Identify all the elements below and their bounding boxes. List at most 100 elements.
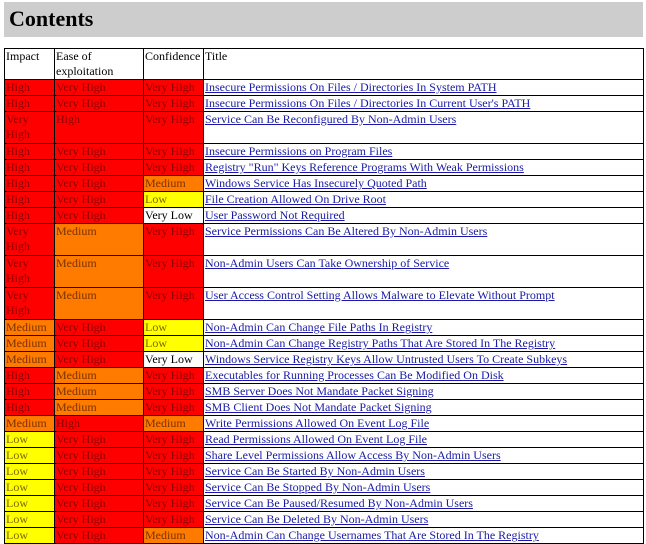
finding-link[interactable]: Share Level Permissions Allow Access By … bbox=[205, 449, 501, 463]
finding-link[interactable]: Executables for Running Processes Can Be… bbox=[205, 369, 504, 383]
finding-link[interactable]: Service Can Be Reconfigured By Non-Admin… bbox=[205, 113, 456, 127]
impact-cell: Low bbox=[4, 431, 55, 448]
impact-cell: High bbox=[4, 175, 55, 192]
finding-link[interactable]: Non-Admin Can Change File Paths In Regis… bbox=[205, 321, 432, 335]
impact-cell: Low bbox=[4, 511, 55, 528]
confidence-cell: Very High bbox=[143, 495, 204, 512]
impact-cell: Very High bbox=[4, 223, 55, 256]
confidence-cell: Very High bbox=[143, 399, 204, 416]
finding-link[interactable]: User Access Control Setting Allows Malwa… bbox=[205, 289, 555, 303]
finding-link[interactable]: Non-Admin Can Change Registry Paths That… bbox=[205, 337, 555, 351]
finding-link[interactable]: Service Can Be Started By Non-Admin User… bbox=[205, 465, 425, 479]
title-cell: Non-Admin Can Change Usernames That Are … bbox=[203, 527, 644, 544]
ease-cell: Very High bbox=[54, 319, 144, 336]
confidence-cell: Very High bbox=[143, 223, 204, 256]
ease-cell: Very High bbox=[54, 95, 144, 112]
title-cell: Insecure Permissions on Program Files bbox=[203, 143, 644, 160]
finding-link[interactable]: Service Can Be Paused/Resumed By Non-Adm… bbox=[205, 497, 473, 511]
table-row: High Very High Medium Windows Service Has I… bbox=[4, 175, 644, 192]
title-cell: Service Can Be Reconfigured By Non-Admin… bbox=[203, 111, 644, 144]
impact-cell: Medium bbox=[4, 319, 55, 336]
impact-cell: High bbox=[4, 207, 55, 224]
confidence-cell: Very High bbox=[143, 447, 204, 464]
title-cell: SMB Server Does Not Mandate Packet Signi… bbox=[203, 383, 644, 400]
table-body: High Very High Very High Insecure Permissio… bbox=[4, 79, 644, 544]
table-row: High Medium Very High SMB Server Does Not M… bbox=[4, 383, 644, 400]
finding-link[interactable]: User Password Not Required bbox=[205, 209, 345, 223]
confidence-cell: Very High bbox=[143, 287, 204, 320]
confidence-cell: Very High bbox=[143, 79, 204, 96]
table-row: Very High Medium Very High User Access Cont… bbox=[4, 287, 644, 320]
table-row: High Medium Very High Executables for Runni… bbox=[4, 367, 644, 384]
impact-cell: High bbox=[4, 399, 55, 416]
confidence-cell: Very High bbox=[143, 511, 204, 528]
column-header-title: Title bbox=[203, 48, 644, 80]
table-row: Low Very High Medium Non-Admin Can Change U… bbox=[4, 527, 644, 544]
column-header-impact: Impact bbox=[4, 48, 55, 80]
ease-cell: Medium bbox=[54, 367, 144, 384]
finding-link[interactable]: Registry "Run" Keys Reference Programs W… bbox=[205, 161, 524, 175]
title-cell: Non-Admin Users Can Take Ownership of Se… bbox=[203, 255, 644, 288]
table-row: Low Very High Very High Read Permissions Al… bbox=[4, 431, 644, 448]
title-cell: User Password Not Required bbox=[203, 207, 644, 224]
impact-cell: Very High bbox=[4, 287, 55, 320]
impact-cell: Very High bbox=[4, 111, 55, 144]
title-cell: File Creation Allowed On Drive Root bbox=[203, 191, 644, 208]
table-row: High Very High Very High Insecure Permissio… bbox=[4, 143, 644, 160]
ease-cell: Very High bbox=[54, 479, 144, 496]
ease-cell: Very High bbox=[54, 527, 144, 544]
confidence-cell: Very Low bbox=[143, 207, 204, 224]
ease-cell: Very High bbox=[54, 335, 144, 352]
confidence-cell: Very Low bbox=[143, 351, 204, 368]
contents-heading-bar: Contents bbox=[4, 2, 643, 37]
finding-link[interactable]: Windows Service Has Insecurely Quoted Pa… bbox=[205, 177, 427, 191]
table-row: Low Very High Very High Service Can Be Star… bbox=[4, 463, 644, 480]
finding-link[interactable]: Non-Admin Users Can Take Ownership of Se… bbox=[205, 257, 449, 271]
confidence-cell: Very High bbox=[143, 111, 204, 144]
table-row: Medium Very High Low Non-Admin Can Change R… bbox=[4, 335, 644, 352]
confidence-cell: Medium bbox=[143, 527, 204, 544]
table-row: High Very High Very High Insecure Permissio… bbox=[4, 79, 644, 96]
title-cell: Service Permissions Can Be Altered By No… bbox=[203, 223, 644, 256]
title-cell: Non-Admin Can Change Registry Paths That… bbox=[203, 335, 644, 352]
finding-link[interactable]: Service Can Be Deleted By Non-Admin User… bbox=[205, 513, 428, 527]
finding-link[interactable]: Insecure Permissions On Files / Director… bbox=[205, 81, 497, 95]
confidence-cell: Very High bbox=[143, 367, 204, 384]
impact-cell: Low bbox=[4, 447, 55, 464]
impact-cell: Medium bbox=[4, 415, 55, 432]
finding-link[interactable]: Service Can Be Stopped By Non-Admin User… bbox=[205, 481, 430, 495]
table-row: Low Very High Very High Service Can Be Paus… bbox=[4, 495, 644, 512]
header-row: Impact Ease of exploitation Confidence T… bbox=[4, 48, 644, 80]
ease-cell: Medium bbox=[54, 287, 144, 320]
title-cell: Service Can Be Paused/Resumed By Non-Adm… bbox=[203, 495, 644, 512]
confidence-cell: Very High bbox=[143, 383, 204, 400]
finding-link[interactable]: SMB Server Does Not Mandate Packet Signi… bbox=[205, 385, 434, 399]
finding-link[interactable]: Read Permissions Allowed On Event Log Fi… bbox=[205, 433, 427, 447]
confidence-cell: Very High bbox=[143, 255, 204, 288]
confidence-cell: Low bbox=[143, 319, 204, 336]
finding-link[interactable]: Insecure Permissions on Program Files bbox=[205, 145, 392, 159]
table-row: Medium Very High Very Low Windows Service R… bbox=[4, 351, 644, 368]
confidence-cell: Low bbox=[143, 191, 204, 208]
impact-cell: Low bbox=[4, 463, 55, 480]
table-row: Low Very High Very High Service Can Be Dele… bbox=[4, 511, 644, 528]
finding-link[interactable]: Windows Service Registry Keys Allow Untr… bbox=[205, 353, 567, 367]
finding-link[interactable]: Write Permissions Allowed On Event Log F… bbox=[205, 417, 429, 431]
ease-cell: Very High bbox=[54, 495, 144, 512]
ease-cell: Very High bbox=[54, 463, 144, 480]
finding-link[interactable]: File Creation Allowed On Drive Root bbox=[205, 193, 386, 207]
ease-cell: Very High bbox=[54, 175, 144, 192]
impact-cell: Low bbox=[4, 527, 55, 544]
title-cell: Service Can Be Deleted By Non-Admin User… bbox=[203, 511, 644, 528]
confidence-cell: Low bbox=[143, 335, 204, 352]
finding-link[interactable]: Insecure Permissions On Files / Director… bbox=[205, 97, 530, 111]
finding-link[interactable]: SMB Client Does Not Mandate Packet Signi… bbox=[205, 401, 432, 415]
table-row: Very High Medium Very High Non-Admin Users … bbox=[4, 255, 644, 288]
ease-cell: Very High bbox=[54, 207, 144, 224]
table-header: Impact Ease of exploitation Confidence T… bbox=[4, 48, 644, 80]
finding-link[interactable]: Service Permissions Can Be Altered By No… bbox=[205, 225, 487, 239]
ease-cell: Medium bbox=[54, 223, 144, 256]
table-row: High Very High Low File Creation Allowed On… bbox=[4, 191, 644, 208]
title-cell: Executables for Running Processes Can Be… bbox=[203, 367, 644, 384]
impact-cell: High bbox=[4, 367, 55, 384]
